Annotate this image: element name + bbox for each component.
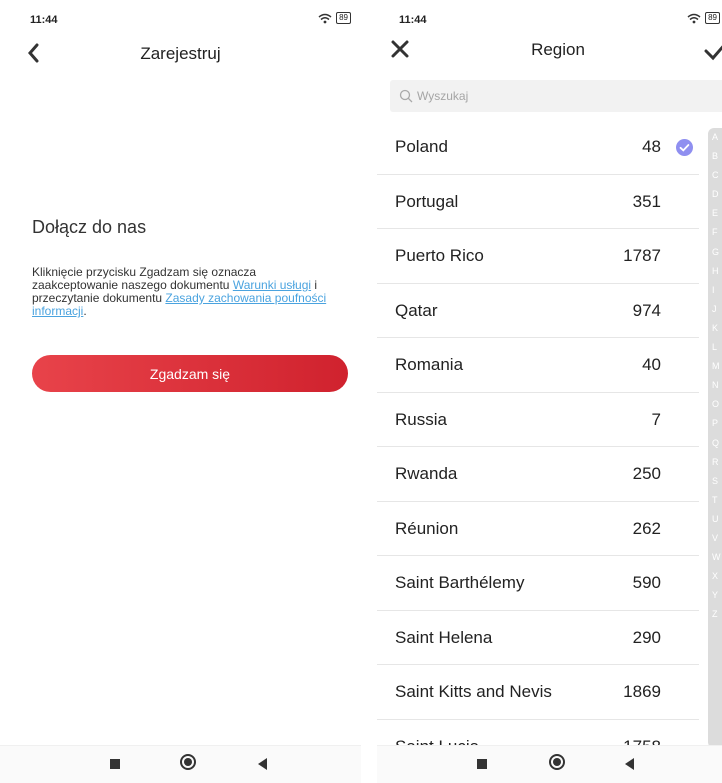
index-letter[interactable]: B	[708, 147, 722, 166]
country-code: 590	[632, 573, 661, 592]
index-letter[interactable]: F	[708, 223, 722, 242]
index-letter[interactable]: H	[708, 262, 722, 281]
terms-text: Kliknięcie przycisku Zgadzam się oznacza…	[32, 265, 327, 318]
index-letter[interactable]: J	[708, 300, 722, 319]
wifi-icon	[318, 13, 332, 23]
alphabet-index[interactable]: A B C D E F G H I J K L M N O P Q R S T …	[708, 128, 722, 748]
country-name: Poland	[395, 137, 448, 156]
index-letter[interactable]: E	[708, 204, 722, 223]
country-name: Saint Barthélemy	[395, 573, 525, 592]
index-letter[interactable]: U	[708, 510, 722, 529]
index-letter[interactable]: A	[708, 128, 722, 147]
country-row[interactable]: Poland 48	[377, 120, 699, 175]
agree-button[interactable]: Zgadzam się	[32, 355, 348, 392]
country-row[interactable]: Puerto Rico 1787	[377, 229, 699, 284]
country-row[interactable]: Saint Helena 290	[377, 611, 699, 665]
nav-home-icon[interactable]	[180, 754, 196, 770]
country-row[interactable]: Russia 7	[377, 393, 699, 447]
country-code: 974	[632, 300, 661, 320]
system-nav-bar	[0, 745, 361, 783]
country-row[interactable]: Qatar 974	[377, 284, 699, 338]
country-name: Russia	[395, 409, 447, 429]
country-row[interactable]: Romania 40	[377, 338, 699, 393]
country-row[interactable]: Réunion 262	[377, 502, 699, 556]
nav-recent-icon[interactable]	[477, 759, 487, 769]
index-letter[interactable]: C	[708, 166, 722, 185]
index-letter[interactable]: N	[708, 376, 722, 395]
register-screen: 11:44 89 Zarejestruj Dołącz do nas Klikn…	[0, 0, 361, 783]
country-name: Puerto Rico	[395, 246, 484, 265]
country-code: 40	[642, 355, 661, 374]
search-input[interactable]	[417, 89, 707, 103]
country-code: 250	[632, 464, 661, 483]
country-name: Saint Kitts and Nevis	[395, 682, 552, 701]
index-letter[interactable]: D	[708, 185, 722, 204]
page-title: Region	[531, 40, 585, 59]
country-code: 7	[651, 409, 661, 429]
index-letter[interactable]: O	[708, 395, 722, 414]
country-code: 290	[632, 627, 661, 647]
country-code: 48	[642, 137, 661, 156]
country-name: Qatar	[395, 300, 438, 320]
region-screen: 11:44 89 Region Poland 48 Portugal 351 P…	[377, 0, 722, 783]
terms-of-service-link[interactable]: Warunki usługi	[233, 278, 311, 292]
index-letter[interactable]: R	[708, 453, 722, 472]
country-name: Portugal	[395, 191, 459, 211]
battery-indicator: 89	[336, 12, 351, 24]
check-icon[interactable]	[703, 40, 722, 62]
search-icon	[399, 89, 413, 103]
battery-indicator: 89	[705, 12, 720, 24]
search-box	[390, 80, 722, 112]
country-list: Poland 48 Portugal 351 Puerto Rico 1787 …	[377, 120, 699, 774]
country-code: 1787	[623, 246, 661, 265]
page-title: Zarejestruj	[140, 44, 221, 63]
country-row[interactable]: Saint Kitts and Nevis 1869	[377, 665, 699, 720]
country-code: 262	[632, 518, 661, 538]
nav-home-icon[interactable]	[549, 754, 565, 770]
nav-back-icon[interactable]	[625, 758, 634, 770]
status-time: 11:44	[399, 14, 427, 26]
country-row[interactable]: Portugal 351	[377, 175, 699, 229]
country-name: Saint Helena	[395, 627, 493, 647]
index-letter[interactable]: K	[708, 319, 722, 338]
country-code: 1869	[623, 682, 661, 701]
index-letter[interactable]: P	[708, 414, 722, 433]
index-letter[interactable]: G	[708, 243, 722, 262]
index-letter[interactable]: S	[708, 472, 722, 491]
country-row[interactable]: Rwanda 250	[377, 447, 699, 502]
status-bar: 11:44 89	[0, 0, 361, 36]
status-time: 11:44	[30, 14, 58, 26]
index-letter[interactable]: M	[708, 357, 722, 376]
country-code: 351	[632, 191, 661, 211]
index-letter[interactable]: I	[708, 281, 722, 300]
index-letter[interactable]: W	[708, 548, 722, 567]
status-bar: 11:44 89	[377, 0, 722, 36]
country-row[interactable]: Saint Barthélemy 590	[377, 556, 699, 611]
nav-back-icon[interactable]	[258, 758, 267, 770]
wifi-icon	[687, 13, 701, 23]
country-name: Réunion	[395, 518, 459, 538]
index-letter[interactable]: L	[708, 338, 722, 357]
country-name: Rwanda	[395, 464, 458, 483]
selected-check-icon	[676, 139, 693, 156]
index-letter[interactable]: Q	[708, 434, 722, 453]
index-letter[interactable]: X	[708, 567, 722, 586]
country-name: Romania	[395, 355, 464, 374]
system-nav-bar	[377, 745, 722, 783]
index-letter[interactable]: T	[708, 491, 722, 510]
index-letter[interactable]: Y	[708, 586, 722, 605]
nav-recent-icon[interactable]	[110, 759, 120, 769]
index-letter[interactable]: V	[708, 529, 722, 548]
join-heading: Dołącz do nas	[32, 217, 147, 237]
index-letter[interactable]: Z	[708, 605, 722, 624]
